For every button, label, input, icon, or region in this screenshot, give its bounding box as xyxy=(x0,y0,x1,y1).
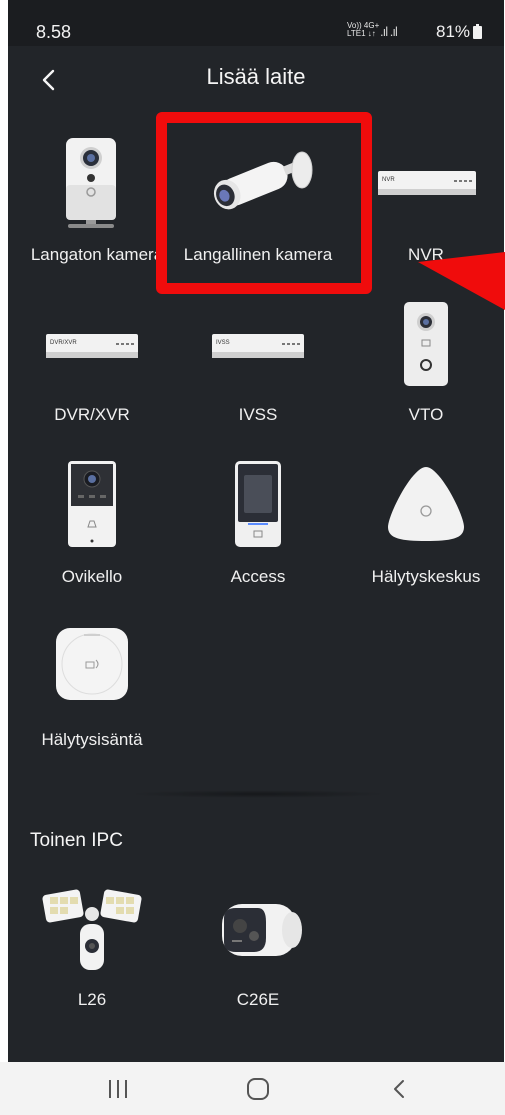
home-icon[interactable] xyxy=(244,1076,272,1102)
device-label: Ovikello xyxy=(61,567,123,586)
ivss-badge: IVSS xyxy=(216,340,230,346)
access-terminal-icon xyxy=(235,461,281,547)
floodlight-camera-icon xyxy=(42,889,142,970)
device-tile-dvr[interactable]: DVR/XVR DVR/XVR xyxy=(8,292,176,452)
ivss-recorder-icon: IVSS xyxy=(212,334,304,358)
alarm-host-icon xyxy=(56,628,128,700)
network-indicator: Vo)) 4G+ LTE1 ↓↑ xyxy=(347,22,379,38)
device-label: DVR/XVR xyxy=(54,405,130,424)
device-tile-access[interactable]: Access xyxy=(174,455,342,615)
dvr-badge: DVR/XVR xyxy=(50,340,77,346)
signal-icon: .ıl .ıl xyxy=(380,24,398,39)
nvr-badge: NVR xyxy=(382,177,395,183)
app-screen: 8.58 Vo)) 4G+ LTE1 ↓↑ .ıl .ıl 81% Lisää … xyxy=(8,0,504,1062)
alarm-hub-icon xyxy=(388,467,464,541)
network-bottom: LTE1 ↓↑ xyxy=(347,29,376,38)
device-tile-alarm-hub[interactable]: Hälytyskeskus xyxy=(342,455,504,615)
device-tile-ivss[interactable]: IVSS IVSS xyxy=(174,292,342,452)
device-tile-l26[interactable]: L26 xyxy=(8,878,176,1038)
back-icon[interactable] xyxy=(386,1076,414,1102)
device-label: Langaton kamera xyxy=(30,245,164,264)
recents-icon[interactable] xyxy=(104,1076,132,1102)
page-title: Lisää laite xyxy=(206,64,306,89)
dvr-recorder-icon: DVR/XVR xyxy=(46,334,138,358)
device-tile-c26e[interactable]: C26E xyxy=(174,878,342,1038)
device-label: C26E xyxy=(236,990,280,1009)
c26e-camera-icon xyxy=(222,904,302,956)
device-tile-wireless-camera[interactable]: Langaton kamera xyxy=(8,125,176,285)
section-divider xyxy=(128,790,388,798)
device-label: L26 xyxy=(77,990,107,1009)
device-tile-alarm-host[interactable]: Hälytysisäntä xyxy=(8,618,176,778)
wireless-camera-icon xyxy=(66,138,116,228)
status-time: 8.58 xyxy=(36,22,72,42)
annotation-highlight-box xyxy=(156,112,372,294)
battery-percentage: 81% xyxy=(436,22,471,41)
status-bar: 8.58 Vo)) 4G+ LTE1 ↓↑ .ıl .ıl 81% xyxy=(8,0,504,46)
section-title-other-ipc: Toinen IPC xyxy=(30,830,123,851)
device-tile-doorbell[interactable]: Ovikello xyxy=(8,455,176,615)
device-tile-vto[interactable]: VTO xyxy=(342,292,504,452)
battery-icon xyxy=(473,24,482,39)
device-label: VTO xyxy=(408,405,444,424)
device-label: Hälytysisäntä xyxy=(41,730,143,749)
device-label: Hälytyskeskus xyxy=(371,567,481,586)
device-label: Access xyxy=(230,567,286,586)
device-label: IVSS xyxy=(238,405,278,424)
system-nav-bar xyxy=(0,1062,505,1115)
doorbell-icon xyxy=(68,461,116,547)
annotation-arrow-icon xyxy=(418,252,505,310)
